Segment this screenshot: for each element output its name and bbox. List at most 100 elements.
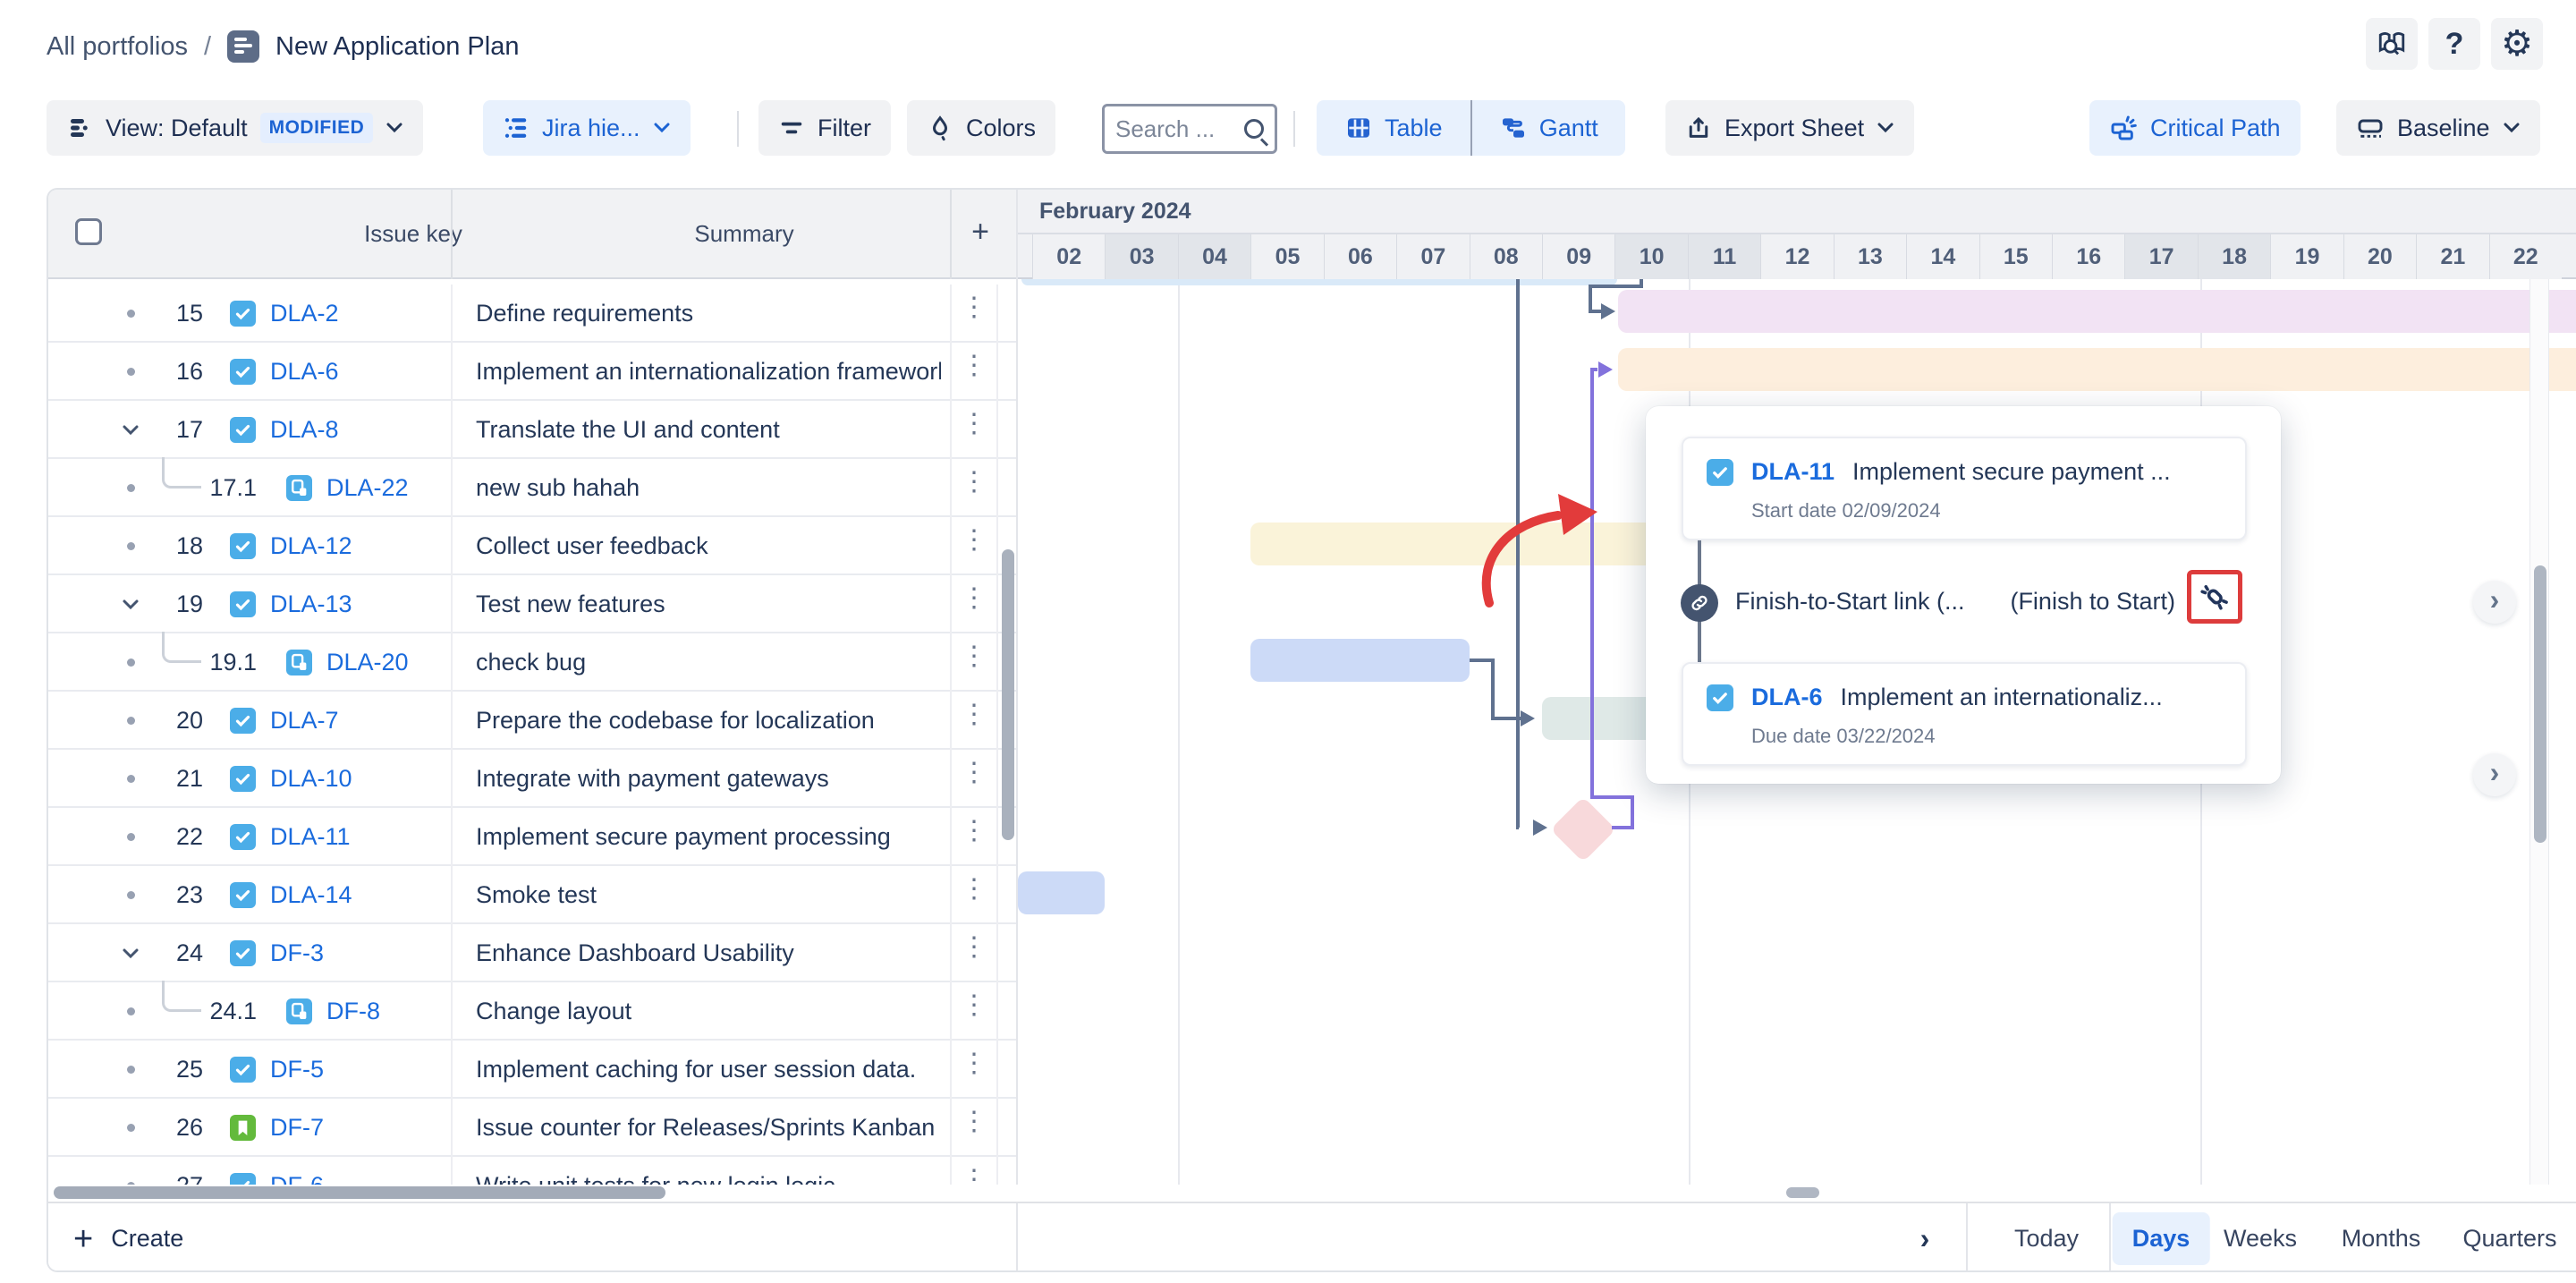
issue-summary[interactable]: Define requirements bbox=[476, 300, 941, 327]
hierarchy-selector-button[interactable]: Jira hie... bbox=[483, 100, 691, 156]
issue-summary[interactable]: check bug bbox=[476, 649, 941, 676]
table-row-dla-12[interactable]: 18DLA-12Collect user feedback⋮ bbox=[48, 517, 1016, 575]
table-row-dla-2[interactable]: 15DLA-2Define requirements⋮ bbox=[48, 285, 1016, 343]
table-row-df-6[interactable]: 27DF-6Write unit tests for new login log… bbox=[48, 1157, 1016, 1185]
expand-timeline-button[interactable]: › bbox=[1920, 1203, 1930, 1272]
view-switcher-button[interactable]: View: Default MODIFIED bbox=[47, 100, 423, 156]
row-actions-kebab-icon[interactable]: ⋮ bbox=[953, 815, 996, 846]
row-actions-kebab-icon[interactable]: ⋮ bbox=[953, 466, 996, 497]
gantt-bar-dla-14[interactable] bbox=[1018, 871, 1105, 914]
row-actions-kebab-icon[interactable]: ⋮ bbox=[953, 408, 996, 439]
row-actions-kebab-icon[interactable]: ⋮ bbox=[953, 699, 996, 730]
table-row-df-5[interactable]: 25DF-5Implement caching for user session… bbox=[48, 1041, 1016, 1099]
issue-key-link[interactable]: DF-8 bbox=[326, 998, 380, 1025]
gantt-bar-dla-6[interactable] bbox=[1618, 348, 2576, 391]
row-actions-kebab-icon[interactable]: ⋮ bbox=[953, 757, 996, 788]
issue-key-link[interactable]: DLA-10 bbox=[270, 765, 352, 793]
gantt-bar-dla-20[interactable] bbox=[1250, 639, 1470, 682]
table-vertical-scrollbar[interactable] bbox=[1002, 549, 1014, 840]
issue-summary[interactable]: Change layout bbox=[476, 998, 941, 1025]
table-row-dla-22[interactable]: 17.1DLA-22new sub hahah⋮ bbox=[48, 459, 1016, 517]
table-row-df-3[interactable]: 24DF-3Enhance Dashboard Usability⋮ bbox=[48, 924, 1016, 982]
issue-summary[interactable]: Prepare the codebase for localization bbox=[476, 707, 941, 735]
row-actions-kebab-icon[interactable]: ⋮ bbox=[953, 641, 996, 672]
export-sheet-button[interactable]: Export Sheet bbox=[1665, 100, 1914, 156]
table-row-dla-8[interactable]: 17DLA-8Translate the UI and content⋮ bbox=[48, 401, 1016, 459]
issue-key-link[interactable]: DLA-22 bbox=[326, 474, 409, 502]
issue-summary[interactable]: Write unit tests for new login logic bbox=[476, 1172, 941, 1185]
issue-summary[interactable]: Enhance Dashboard Usability bbox=[476, 939, 941, 967]
issue-summary[interactable]: Implement secure payment processing bbox=[476, 823, 941, 851]
table-row-dla-13[interactable]: 19DLA-13Test new features⋮ bbox=[48, 575, 1016, 633]
gantt-view-button[interactable]: Gantt bbox=[1472, 100, 1626, 156]
zoom-months-button[interactable]: Months bbox=[2342, 1203, 2421, 1272]
table-row-dla-6[interactable]: 16DLA-6Implement an internationalization… bbox=[48, 343, 1016, 401]
table-row-dla-10[interactable]: 21DLA-10Integrate with payment gateways⋮ bbox=[48, 750, 1016, 808]
expand-chevron-icon[interactable] bbox=[122, 924, 140, 982]
row-actions-kebab-icon[interactable]: ⋮ bbox=[953, 990, 996, 1021]
gantt-vertical-scrollbar[interactable] bbox=[2534, 565, 2546, 843]
scroll-to-bar-button[interactable]: › bbox=[2473, 581, 2516, 624]
gantt-bar-partial[interactable] bbox=[1021, 279, 1617, 285]
help-button[interactable]: ? bbox=[2428, 18, 2480, 70]
column-summary[interactable]: Summary bbox=[694, 220, 793, 248]
zoom-weeks-button[interactable]: Weeks bbox=[2224, 1203, 2297, 1272]
unlink-button-highlighted[interactable] bbox=[2187, 570, 2242, 624]
row-actions-kebab-icon[interactable]: ⋮ bbox=[953, 350, 996, 381]
expand-chevron-icon[interactable] bbox=[122, 575, 140, 633]
row-actions-kebab-icon[interactable]: ⋮ bbox=[953, 1048, 996, 1079]
table-row-dla-14[interactable]: 23DLA-14Smoke test⋮ bbox=[48, 866, 1016, 924]
table-horizontal-scrollbar[interactable] bbox=[54, 1186, 665, 1199]
row-actions-kebab-icon[interactable]: ⋮ bbox=[953, 1164, 996, 1185]
table-row-df-7[interactable]: 26DF-7Issue counter for Releases/Sprints… bbox=[48, 1099, 1016, 1157]
table-view-button[interactable]: Table bbox=[1317, 100, 1470, 156]
settings-button[interactable]: ⚙ bbox=[2491, 18, 2543, 70]
create-button[interactable]: + Create bbox=[73, 1203, 183, 1272]
gantt-bar-dla-2[interactable] bbox=[1618, 290, 2576, 333]
zoom-quarters-button[interactable]: Quarters bbox=[2462, 1203, 2556, 1272]
row-actions-kebab-icon[interactable]: ⋮ bbox=[953, 873, 996, 905]
select-all-checkbox[interactable] bbox=[75, 218, 102, 245]
add-column-button[interactable]: + bbox=[971, 215, 989, 250]
issue-key-link[interactable]: DLA-14 bbox=[270, 881, 352, 909]
issue-key-link[interactable]: DLA-20 bbox=[326, 649, 409, 676]
link-target-card[interactable]: DLA-6 Implement an internationaliz... Du… bbox=[1682, 662, 2247, 766]
table-row-dla-7[interactable]: 20DLA-7Prepare the codebase for localiza… bbox=[48, 692, 1016, 750]
screen-reader-tour-button[interactable] bbox=[2366, 18, 2418, 70]
issue-summary[interactable]: new sub hahah bbox=[476, 474, 941, 502]
issue-key-link[interactable]: DLA-6 bbox=[1751, 684, 1823, 711]
issue-key-link[interactable]: DLA-6 bbox=[270, 358, 339, 386]
issue-key-link[interactable]: DLA-13 bbox=[270, 591, 352, 618]
issue-summary[interactable]: Translate the UI and content bbox=[476, 416, 941, 444]
column-divider[interactable] bbox=[950, 190, 952, 279]
issue-summary[interactable]: Smoke test bbox=[476, 881, 941, 909]
issue-key-link[interactable]: DLA-7 bbox=[270, 707, 339, 735]
critical-path-button[interactable]: Critical Path bbox=[2089, 100, 2301, 156]
gantt-horizontal-scrollbar[interactable] bbox=[1786, 1187, 1819, 1198]
row-actions-kebab-icon[interactable]: ⋮ bbox=[953, 524, 996, 556]
issue-key-link[interactable]: DLA-2 bbox=[270, 300, 339, 327]
baseline-button[interactable]: Baseline bbox=[2336, 100, 2540, 156]
issue-key-link[interactable]: DF-6 bbox=[270, 1172, 324, 1185]
expand-chevron-icon[interactable] bbox=[122, 401, 140, 459]
milestone-diamond-dla-11[interactable] bbox=[1550, 796, 1616, 862]
gantt-vertical-scrollbar-track[interactable] bbox=[2529, 279, 2549, 1185]
scroll-to-bar-button[interactable]: › bbox=[2473, 753, 2516, 796]
issue-key-link[interactable]: DF-7 bbox=[270, 1114, 324, 1142]
issue-summary[interactable]: Implement an internationalization framew… bbox=[476, 358, 941, 386]
table-row-df-8[interactable]: 24.1DF-8Change layout⋮ bbox=[48, 982, 1016, 1041]
table-row-dla-11[interactable]: 22DLA-11Implement secure payment process… bbox=[48, 808, 1016, 866]
issue-key-link[interactable]: DF-5 bbox=[270, 1056, 324, 1083]
filter-button[interactable]: Filter bbox=[758, 100, 891, 156]
column-issue-key[interactable]: Issue key bbox=[364, 220, 462, 248]
link-source-card[interactable]: DLA-11 Implement secure payment ... Star… bbox=[1682, 437, 2247, 540]
issue-key-link[interactable]: DLA-11 bbox=[270, 823, 351, 851]
issue-key-link[interactable]: DLA-8 bbox=[270, 416, 339, 444]
column-divider[interactable] bbox=[451, 190, 453, 279]
issue-summary[interactable]: Issue counter for Releases/Sprints Kanba… bbox=[476, 1114, 941, 1142]
issue-key-link[interactable]: DLA-11 bbox=[1751, 458, 1835, 486]
row-actions-kebab-icon[interactable]: ⋮ bbox=[953, 1106, 996, 1137]
issue-summary[interactable]: Implement caching for user session data. bbox=[476, 1056, 941, 1083]
issue-key-link[interactable]: DF-3 bbox=[270, 939, 324, 967]
issue-summary[interactable]: Collect user feedback bbox=[476, 532, 941, 560]
